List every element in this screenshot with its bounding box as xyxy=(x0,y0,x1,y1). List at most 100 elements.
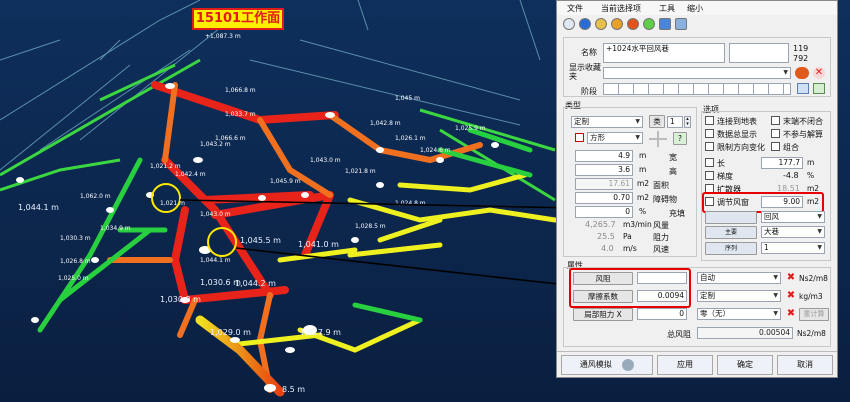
obstacle-input[interactable]: 0.70 xyxy=(575,192,633,204)
velocity-value: 4.0 xyxy=(601,244,614,253)
limit-direction-checkbox[interactable] xyxy=(705,142,714,151)
total-resistance-unit: Ns2/m8 xyxy=(797,329,826,338)
chat-icon[interactable] xyxy=(643,18,655,30)
name-input[interactable]: +1024水平回风巷 xyxy=(603,43,725,63)
image-icon[interactable] xyxy=(813,83,825,94)
menu-current-selection[interactable]: 当前选择项 xyxy=(601,3,641,14)
length-label: 长 xyxy=(717,159,725,168)
show-data-label: 数据总显示 xyxy=(717,130,757,139)
cancel-button[interactable]: 取消 xyxy=(777,355,833,375)
wind-resistance-clear-icon[interactable]: ✖ xyxy=(785,272,797,284)
fill-unit: % xyxy=(639,207,647,216)
heart-icon[interactable] xyxy=(795,67,809,79)
width-input[interactable]: 4.9 xyxy=(575,150,633,162)
slope-unit: % xyxy=(807,171,815,180)
pipe-label: 1,044.1 m xyxy=(18,203,59,212)
main-select[interactable]: 大巷 ▼ xyxy=(761,226,825,238)
chevron-down-icon: ▼ xyxy=(773,274,778,281)
sequence-button[interactable]: 序列 xyxy=(705,242,757,255)
fill-input[interactable]: 0 xyxy=(575,206,633,218)
friction-mode-select[interactable]: 定制 ▼ xyxy=(697,290,781,302)
sequence-select[interactable]: 1 ▼ xyxy=(761,242,825,254)
total-resistance-value: 0.00504 xyxy=(697,327,793,339)
pipe-label: 1,045 m xyxy=(395,95,420,102)
resistance-friction-highlight xyxy=(569,268,691,308)
local-resistance-clear-icon[interactable]: ✖ xyxy=(785,308,797,320)
exclude-solve-label: 不参与解算 xyxy=(783,130,823,139)
area-unit: m2 xyxy=(637,179,650,188)
local-resistance-input[interactable]: 0 xyxy=(637,308,687,320)
height-input[interactable]: 3.6 xyxy=(575,164,633,176)
main-button[interactable]: 主要 xyxy=(705,226,757,239)
airflow-value: 4,265.7 xyxy=(585,220,616,229)
clear-favorites-icon[interactable]: ✕ xyxy=(813,67,825,79)
pipe-label: 1,025.0 m xyxy=(58,275,89,282)
pipe-label: 1,045.9 m xyxy=(270,178,301,185)
menu-bar: 文件 当前选择项 工具 缩小 xyxy=(557,1,837,15)
limit-direction-label: 限制方向变化 xyxy=(717,143,765,152)
wind-resistance-unit: Ns2/m8 xyxy=(799,274,828,283)
length-input[interactable]: 177.7 xyxy=(761,157,803,169)
width-unit: m xyxy=(639,151,647,160)
pipe-label: 1,043.0 m xyxy=(200,211,231,218)
exclude-solve-checkbox[interactable] xyxy=(771,129,780,138)
export-icon[interactable] xyxy=(675,18,687,30)
local-resistance-mode-select[interactable]: 零（无） ▼ xyxy=(697,308,781,320)
info-icon[interactable] xyxy=(579,18,591,30)
favorites-label: 显示收藏夹 xyxy=(569,63,601,81)
chevron-down-icon: ▼ xyxy=(773,310,778,317)
favorites-select[interactable]: ▼ xyxy=(603,67,791,79)
stage-cells[interactable] xyxy=(603,83,791,95)
menu-minimize[interactable]: 缩小 xyxy=(687,3,703,14)
pipe-label: 1,027.9 m xyxy=(300,328,341,337)
apply-button[interactable]: 应用 xyxy=(657,355,713,375)
length-checkbox[interactable] xyxy=(705,158,714,167)
height-label: 高 xyxy=(669,167,677,176)
name-extra-input[interactable] xyxy=(729,43,789,63)
combine-checkbox[interactable] xyxy=(771,142,780,151)
chevron-down-icon: ▼ xyxy=(817,244,822,251)
menu-file[interactable]: 文件 xyxy=(567,3,583,14)
help-button[interactable]: ? xyxy=(673,132,687,145)
pipe-label: 1,030.8 m xyxy=(160,295,201,304)
type-select[interactable]: 定制 ▼ xyxy=(571,116,643,128)
pipe-label: +1,087.3 m xyxy=(205,33,241,40)
slope-checkbox[interactable] xyxy=(705,171,714,180)
show-data-checkbox[interactable] xyxy=(705,129,714,138)
type-select-value: 定制 xyxy=(574,117,589,126)
recalculate-button[interactable]: 重计算 xyxy=(799,308,829,321)
obstacle-unit: m2 xyxy=(637,193,650,202)
shape-color-swatch[interactable] xyxy=(575,133,584,142)
local-resistance-button[interactable]: 局部阻力 X xyxy=(573,308,633,321)
alert-icon[interactable] xyxy=(627,18,639,30)
shape-select[interactable]: 方形 ▼ xyxy=(587,132,643,144)
pipe-label: 1,062.0 m xyxy=(80,193,111,200)
app-root: +1,087.3 m 1,044.1 m 1,030.8 m 1,029.0 m… xyxy=(0,0,850,402)
chart-icon[interactable] xyxy=(659,18,671,30)
fan-icon[interactable] xyxy=(611,18,623,30)
connect-surface-label: 连接到地表 xyxy=(717,117,757,126)
link-icon[interactable] xyxy=(797,83,809,94)
pipe-label: 1,041.0 m xyxy=(298,240,339,249)
adjust-window-highlight xyxy=(702,192,824,213)
menu-tools[interactable]: 工具 xyxy=(659,3,675,14)
pipe-label: 1,044.2 m xyxy=(235,279,276,288)
ventilation-simulation-button[interactable]: 通风模拟 xyxy=(561,355,653,375)
wind-resistance-mode-select[interactable]: 自动 ▼ xyxy=(697,272,781,284)
airway-category-button[interactable] xyxy=(705,211,757,224)
pipe-label: 1,029.0 m xyxy=(210,328,251,337)
resistance-label: 阻力 xyxy=(653,233,669,242)
class-input[interactable]: 1 xyxy=(667,116,683,128)
gear-icon[interactable] xyxy=(595,18,607,30)
friction-clear-icon[interactable]: ✖ xyxy=(785,290,797,302)
resistance-unit: Pa xyxy=(623,232,632,241)
ok-button[interactable]: 确定 xyxy=(717,355,773,375)
class-button[interactable]: 类 xyxy=(649,115,665,128)
class-spinner[interactable]: ▴ ▾ xyxy=(684,116,691,128)
open-end-checkbox[interactable] xyxy=(771,116,780,125)
simulation-icon xyxy=(622,358,635,371)
connect-surface-checkbox[interactable] xyxy=(705,116,714,125)
combine-label: 组合 xyxy=(783,143,799,152)
back-icon[interactable] xyxy=(563,18,575,30)
airway-category-select[interactable]: 回风 ▼ xyxy=(761,211,825,223)
